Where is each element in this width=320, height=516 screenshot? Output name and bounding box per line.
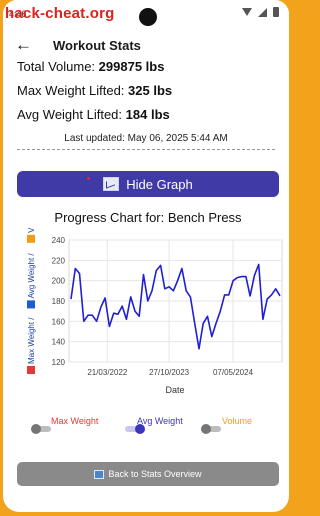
signal-icon	[258, 7, 267, 17]
phone-screen: 4:46 hack-cheat.org ← Workout Stats Tota…	[3, 0, 289, 512]
y-label-swatch	[27, 366, 35, 374]
y-tick-labels: 120 140 160 180 200 220 240	[52, 236, 66, 367]
x-tick-label: 07/05/2024	[213, 368, 254, 377]
divider	[17, 149, 275, 150]
toggle-knob	[31, 424, 41, 434]
back-button[interactable]: ←	[15, 34, 35, 56]
back-to-stats-label: Back to Stats Overview	[108, 469, 202, 479]
back-to-stats-button[interactable]: Back to Stats Overview	[17, 462, 279, 486]
y-label-swatch	[27, 300, 35, 309]
y-tick-label: 140	[52, 338, 66, 347]
status-icons	[242, 7, 279, 17]
last-updated-text: Last updated: May 06, 2025 5:44 AM	[64, 133, 228, 144]
chart-title: Progress Chart for: Bench Press	[54, 210, 242, 225]
avg-weight-label: Avg Weight Lifted:	[17, 107, 123, 122]
avg-weight-value: 184 lbs	[125, 107, 170, 122]
series-line	[70, 263, 281, 350]
y-label-part: Max Weight /	[27, 317, 36, 364]
avg-weight-stat: Avg Weight Lifted: 184 lbs	[17, 107, 170, 122]
camera-cutout	[139, 8, 157, 26]
chart-series	[70, 263, 281, 350]
max-weight-value: 325 lbs	[128, 83, 173, 98]
max-weight-stat: Max Weight Lifted: 325 lbs	[17, 83, 172, 98]
total-volume-value: 299875 lbs	[98, 59, 165, 74]
hide-graph-label: Hide Graph	[126, 176, 193, 192]
chart-grid	[68, 239, 283, 363]
watermark: hack-cheat.org	[5, 5, 115, 22]
legend-max-weight: Max Weight	[51, 416, 99, 426]
volume-toggle[interactable]	[201, 424, 223, 434]
max-weight-label: Max Weight Lifted:	[17, 83, 125, 98]
total-volume-stat: Total Volume: 299875 lbs	[17, 59, 164, 74]
progress-chart: Max Weight / Avg Weight / Volume 120 140 160…	[27, 228, 283, 395]
y-axis-label-rotated: Max Weight / Avg Weight / Volume	[27, 228, 36, 374]
x-axis-label: Date	[165, 385, 184, 395]
wifi-icon	[242, 8, 252, 16]
app-bar: ← Workout Stats	[3, 34, 289, 58]
y-label-part: Volume	[27, 228, 36, 233]
x-tick-label: 21/03/2022	[87, 368, 128, 377]
status-bar: 4:46 hack-cheat.org	[3, 0, 289, 30]
notification-dot	[87, 177, 90, 180]
y-axis-label: Max Weight / Avg Weight / Volume	[27, 228, 36, 374]
y-tick-label: 200	[52, 277, 66, 286]
max-weight-toggle[interactable]	[31, 424, 53, 434]
chart-icon	[103, 177, 120, 191]
x-tick-label: 27/10/2023	[149, 368, 190, 377]
hide-graph-button[interactable]: Hide Graph	[17, 171, 279, 197]
avg-weight-toggle[interactable]	[123, 424, 145, 434]
y-tick-label: 180	[52, 297, 66, 306]
total-volume-label: Total Volume:	[17, 59, 96, 74]
y-label-swatch	[27, 234, 35, 243]
back-stats-icon	[94, 469, 105, 479]
y-tick-label: 220	[52, 256, 66, 265]
legend-volume: Volume	[222, 416, 253, 426]
toggle-knob	[201, 424, 211, 434]
y-tick-label: 160	[52, 317, 66, 326]
y-tick-label: 120	[52, 358, 66, 367]
arrow-back-icon: ←	[15, 35, 32, 54]
x-tick-labels: 21/03/2022 27/10/2023 07/05/2024	[87, 368, 253, 377]
toggle-knob	[135, 424, 145, 434]
y-label-part: Avg Weight /	[27, 253, 36, 299]
battery-icon	[273, 7, 279, 17]
y-tick-label: 240	[52, 236, 66, 245]
page-title: Workout Stats	[53, 38, 141, 53]
